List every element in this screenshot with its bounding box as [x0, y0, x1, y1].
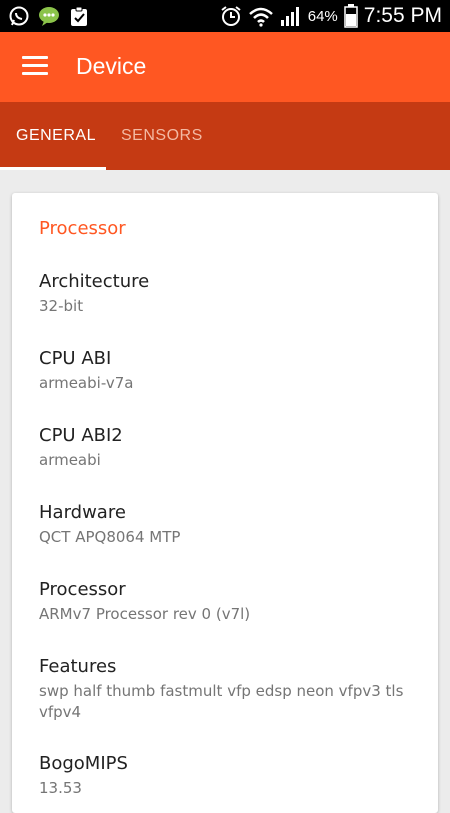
item-value: QCT APQ8064 MTP — [39, 528, 181, 546]
list-item-hardware: Hardware QCT APQ8064 MTP — [39, 501, 419, 548]
clock: 7:55 PM — [363, 4, 442, 27]
list-item-cpu-abi2: CPU ABI2 armeabi — [39, 424, 419, 471]
battery-icon — [344, 4, 358, 28]
tab-general[interactable]: GENERAL — [16, 127, 96, 145]
list-item-processor: Processor ARMv7 Processor rev 0 (v7l) — [39, 578, 419, 625]
tab-indicator — [0, 167, 106, 170]
list-item-bogomips: BogoMIPS 13.53 — [39, 752, 419, 799]
tab-sensors[interactable]: SENSORS — [121, 127, 203, 145]
item-value: 32-bit — [39, 297, 84, 315]
section-title: Processor — [39, 218, 126, 239]
item-value: armeabi-v7a — [39, 374, 134, 392]
item-label: BogoMIPS — [39, 753, 128, 774]
item-label: Processor — [39, 579, 126, 600]
item-value: 13.53 — [39, 779, 82, 797]
item-label: Architecture — [39, 271, 150, 292]
item-value: ARMv7 Processor rev 0 (v7l) — [39, 605, 251, 623]
item-label: Hardware — [39, 502, 126, 523]
list-item-features: Features swp half thumb fastmult vfp eds… — [39, 655, 419, 723]
page-title: Device — [76, 53, 147, 79]
clipboard-icon — [71, 6, 87, 26]
item-label: Features — [39, 656, 117, 677]
signal-icon — [280, 7, 299, 26]
wifi-icon — [248, 7, 273, 27]
alarm-icon — [221, 6, 241, 26]
whatsapp-icon — [9, 6, 29, 26]
list-item-cpu-abi: CPU ABI armeabi-v7a — [39, 347, 419, 394]
item-value: swp half thumb fastmult vfp edsp neon vf… — [39, 682, 404, 721]
status-bar: 64% 7:55 PM — [0, 0, 450, 32]
battery-percent: 64% — [307, 7, 338, 25]
hamburger-menu-icon[interactable] — [22, 56, 48, 76]
list-item-architecture: Architecture 32-bit — [39, 270, 419, 317]
item-label: CPU ABI — [39, 348, 112, 369]
app-bar: Device — [0, 32, 450, 102]
processor-card: Processor Architecture 32-bit CPU ABI ar… — [12, 193, 438, 813]
item-value: armeabi — [39, 451, 101, 469]
tab-bar: GENERAL SENSORS — [0, 102, 450, 170]
item-label: CPU ABI2 — [39, 425, 123, 446]
messenger-icon — [39, 7, 59, 26]
